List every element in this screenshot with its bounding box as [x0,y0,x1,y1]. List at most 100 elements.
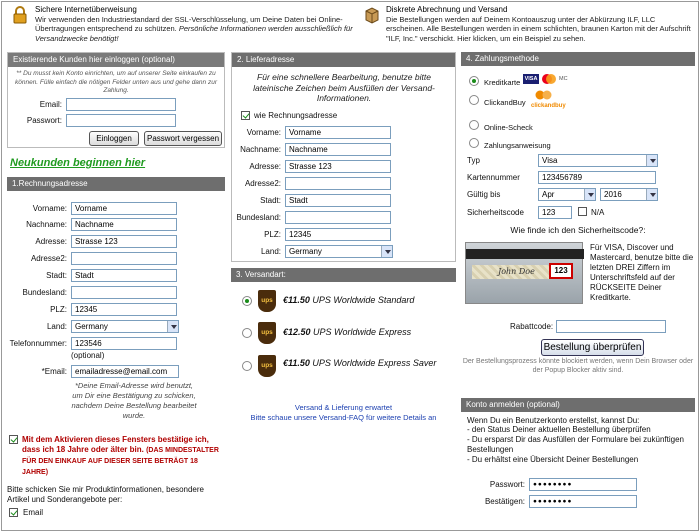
shipping-state-input[interactable] [285,211,391,224]
card-expiry-year-select[interactable]: 2016 [600,188,658,201]
billing-lastname-label: Nachname: [26,220,67,229]
shipping-city-input[interactable]: Stadt [285,194,391,207]
billing-address-label: Adresse: [35,237,67,246]
ship-option-1-price: €11.50 [283,295,310,305]
billing-lastname-input[interactable]: Nachname [71,218,177,231]
shipping-zip-label: PLZ: [264,230,281,239]
card-expiry-month-value: Apr [542,190,555,199]
cvv-question: Wie finde ich den Sicherheitscode?: [510,225,646,235]
shipping-country-label: Land: [260,247,281,256]
account-password-input[interactable]: ●●●●●●●● [529,478,637,491]
payment-moneyorder-label[interactable]: Zahlungsanweisung [484,141,551,150]
payment-clickandbuy-label[interactable]: ClickandBuy [484,98,526,107]
login-header: Existierende Kunden hier einloggen (opti… [8,53,224,67]
discount-input[interactable] [556,320,666,333]
payment-onlinecheck-radio[interactable] [469,120,479,130]
card-code-box: 123 [549,263,573,279]
billing-email-input[interactable]: emailadresse@email.com [71,365,179,378]
login-button[interactable]: Einloggen [89,131,139,146]
billing-address-input[interactable]: Strasse 123 [71,235,177,248]
payment-moneyorder-radio[interactable] [469,138,479,148]
mastercard-logo-text: MC [559,76,568,82]
shipping-firstname-label: Vorname: [246,128,281,137]
payment-panel: 4. Zahlungsmethode Kreditkarte VISA MC C… [461,52,695,382]
chevron-down-icon [167,321,178,332]
account-confirm-label: Bestätigen: [484,497,525,506]
payment-clickandbuy-radio[interactable] [469,95,479,105]
payment-creditcard-label[interactable]: Kreditkarte [484,78,520,87]
ship-option-1-radio[interactable] [242,296,252,306]
billing-city-input[interactable]: Stadt [71,269,177,282]
forgot-password-button[interactable]: Passwort vergessen [144,131,222,146]
chevron-down-icon [646,155,657,166]
billing-zip-input[interactable]: 12345 [71,303,177,316]
shipping-intro: Für eine schnellere Bearbeitung, benutze… [253,72,435,103]
shipping-firstname-input[interactable]: Vorname [285,126,391,139]
login-password-label: Passwort: [26,116,62,125]
shipping-address-label: Adresse: [249,162,281,171]
card-number-label: Kartennummer [467,173,520,182]
payment-header: 4. Zahlungsmethode [461,52,695,66]
ups-logo-icon: ups [258,290,276,312]
login-intro: ** Du musst kein Konto einrichten, um au… [14,70,217,94]
secure-title: Sichere Internetüberweisung [35,5,137,14]
billing-state-label: Bundesland: [22,288,67,297]
cvv-na-label: N/A [591,208,605,217]
ship-option-3-radio[interactable] [242,361,252,371]
shipping-faq-link[interactable]: Bitte schaue unsere Versand-FAQ für weit… [231,413,456,422]
payment-onlinecheck-label[interactable]: Online-Scheck [484,123,533,132]
age-confirm-checkbox[interactable] [9,435,18,444]
account-confirm-input[interactable]: ●●●●●●●● [529,495,637,508]
billing-country-select[interactable]: Germany [71,320,179,333]
shipping-city-label: Stadt: [260,196,281,205]
login-email-input[interactable] [66,98,176,111]
newsletter-email-checkbox[interactable] [9,508,18,517]
card-type-select[interactable]: Visa [538,154,658,167]
shipping-header: 2. Lieferadresse [232,53,455,67]
card-expiry-month-select[interactable]: Apr [538,188,596,201]
card-back-image: John Doe 123 [465,242,584,304]
mastercard-logo-icon [541,73,557,85]
shipping-country-value: Germany [289,247,322,256]
card-number-input[interactable]: 123456789 [538,171,656,184]
ship-option-2-radio[interactable] [242,328,252,338]
delivery-link[interactable]: Versand & Lieferung erwartet [231,403,456,412]
cvv-help: Für VISA, Discover und Mastercard, benut… [590,243,694,302]
cvv-label: Sicherheitscode [467,208,524,217]
ship-option-2-label[interactable]: €12.50 UPS Worldwide Express [283,327,453,337]
billing-firstname-label: Vorname: [32,204,67,213]
review-order-button[interactable]: Bestellung überprüfen [541,339,644,356]
payment-creditcard-radio[interactable] [469,76,479,86]
chevron-down-icon [584,189,595,200]
billing-address2-input[interactable] [71,252,177,265]
shipping-address2-input[interactable] [285,177,391,190]
ship-option-3-label[interactable]: €11.50 UPS Worldwide Express Saver [283,357,453,369]
cvv-na-checkbox[interactable] [578,207,587,216]
same-as-billing-checkbox[interactable] [241,111,250,120]
popup-blocker-note: Der Bestellungsprozess könnte blockiert … [462,358,694,374]
shipping-state-label: Bundesland: [236,213,281,222]
ship-option-1-label[interactable]: €11.50 UPS Worldwide Standard [283,295,453,305]
shipping-zip-input[interactable]: 12345 [285,228,391,241]
login-password-input[interactable] [66,114,176,127]
billing-info-title: Diskrete Abrechnung und Versand [386,5,508,14]
billing-firstname-input[interactable]: Vorname [71,202,177,215]
account-password-label: Passwort: [489,480,525,489]
login-panel: Existierende Kunden hier einloggen (opti… [7,52,225,148]
billing-info-text: Die Bestellungen werden auf Deinem Konto… [386,14,691,43]
shipping-country-select[interactable]: Germany [285,245,393,258]
shipping-lastname-input[interactable]: Nachname [285,143,391,156]
shipmethod-header: 3. Versandart: [231,268,456,282]
billing-phone-label: Telefonnummer: [9,339,67,348]
billing-phone-input[interactable]: 123546 [71,337,177,350]
clickandbuy-logo-icon: clickandbuy [531,90,566,112]
shipping-address-input[interactable]: Strasse 123 [285,160,391,173]
billing-email-note: *Deine Email-Adresse wird benutzt, um Di… [71,381,197,420]
cvv-input[interactable]: 123 [538,206,572,219]
discount-label: Rabattcode: [510,322,554,331]
billing-state-input[interactable] [71,286,177,299]
card-expiry-year-value: 2016 [604,190,622,199]
login-email-label: Email: [39,100,62,109]
shipping-lastname-label: Nachname: [240,145,281,154]
package-icon [364,6,380,24]
